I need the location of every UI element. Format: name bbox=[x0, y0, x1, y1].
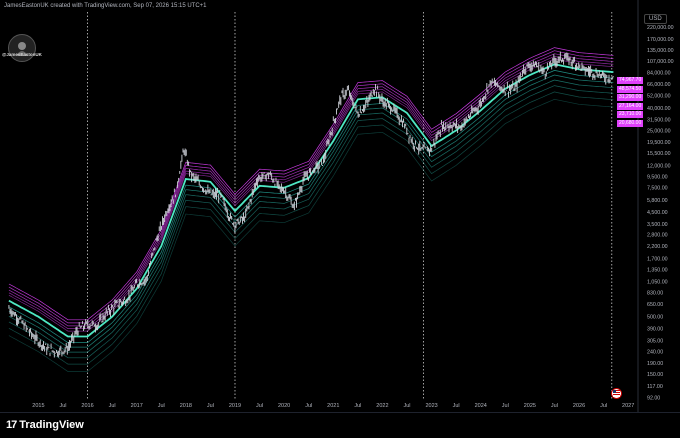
y-tick-label: 1,700.00 bbox=[647, 256, 668, 262]
price-tag: 20,680.00 bbox=[617, 119, 644, 127]
y-tick-label: 650.00 bbox=[647, 302, 663, 308]
price-tag: 48,574.50 bbox=[617, 85, 644, 93]
x-tick-label: 2025 bbox=[524, 403, 536, 409]
price-tag: 27,164.00 bbox=[617, 102, 644, 110]
y-tick-label: 52,000.00 bbox=[647, 93, 671, 99]
x-tick-label: 2020 bbox=[278, 403, 290, 409]
y-tick-label: 2,800.00 bbox=[647, 233, 668, 239]
x-tick-label: 2024 bbox=[475, 403, 487, 409]
x-tick-label: Jul bbox=[600, 403, 607, 409]
y-tick-label: 84,000.00 bbox=[647, 71, 671, 77]
y-tick-label: 107,000.00 bbox=[647, 59, 674, 65]
tradingview-logo[interactable]: 17 TradingView bbox=[6, 419, 84, 431]
x-tick-label: Jul bbox=[59, 403, 66, 409]
y-tick-label: 170,000.00 bbox=[647, 37, 674, 43]
x-tick-label: 2026 bbox=[573, 403, 585, 409]
y-tick-label: 25,000.00 bbox=[647, 128, 671, 134]
y-tick-label: 190.00 bbox=[647, 361, 663, 367]
x-tick-label: Jul bbox=[158, 403, 165, 409]
price-tag: 23,710.00 bbox=[617, 111, 644, 118]
x-tick-label: 2017 bbox=[131, 403, 143, 409]
y-tick-label: 1,050.00 bbox=[647, 279, 668, 285]
y-tick-label: 4,500.00 bbox=[647, 210, 668, 216]
x-tick-label: 2016 bbox=[81, 403, 93, 409]
currency-selector[interactable]: USD bbox=[644, 14, 667, 24]
y-tick-label: 5,800.00 bbox=[647, 198, 668, 204]
x-tick-label: 2015 bbox=[32, 403, 44, 409]
author-avatar bbox=[8, 34, 36, 62]
us-flag-icon[interactable] bbox=[611, 388, 622, 399]
y-tick-label: 305.00 bbox=[647, 338, 663, 344]
x-tick-label: 2027 bbox=[622, 403, 634, 409]
x-tick-label: 2023 bbox=[425, 403, 437, 409]
x-tick-label: 2022 bbox=[376, 403, 388, 409]
x-tick-label: Jul bbox=[354, 403, 361, 409]
x-tick-label: 2019 bbox=[229, 403, 241, 409]
y-tick-label: 1,350.00 bbox=[647, 267, 668, 273]
y-tick-label: 2,200.00 bbox=[647, 244, 668, 250]
price-chart[interactable]: 220,000.00 170,000.00 135,000.00 107,000.00… bbox=[0, 0, 680, 437]
y-tick-label: 66,000.00 bbox=[647, 82, 671, 88]
y-tick-label: 150.00 bbox=[647, 372, 663, 378]
y-tick-label: 240.00 bbox=[647, 350, 663, 356]
x-tick-label: Jul bbox=[403, 403, 410, 409]
y-tick-label: 390.00 bbox=[647, 327, 663, 333]
x-tick-label: Jul bbox=[207, 403, 214, 409]
y-tick-label: 19,500.00 bbox=[647, 140, 671, 146]
y-tick-label: 9,500.00 bbox=[647, 174, 668, 180]
y-tick-label: 3,500.00 bbox=[647, 222, 668, 228]
chart-credit: JamesEastonUK created with TradingView.c… bbox=[4, 3, 207, 9]
y-tick-label: 220,000.00 bbox=[647, 25, 674, 31]
price-tag: 74,967.70 bbox=[617, 77, 644, 84]
y-tick-label: 500.00 bbox=[647, 315, 663, 321]
y-tick-label: 15,500.00 bbox=[647, 151, 671, 157]
tradingview-brand-text: TradingView bbox=[19, 419, 84, 431]
x-tick-label: Jul bbox=[502, 403, 509, 409]
x-tick-label: 2018 bbox=[180, 403, 192, 409]
tradingview-mark-icon: 17 bbox=[6, 419, 17, 431]
x-tick-label: Jul bbox=[305, 403, 312, 409]
y-tick-label: 12,000.00 bbox=[647, 163, 671, 169]
x-tick-label: Jul bbox=[109, 403, 116, 409]
price-tag: 31,290.00 bbox=[617, 94, 644, 101]
footer-bar: 17 TradingView bbox=[0, 412, 680, 438]
x-tick-label: Jul bbox=[453, 403, 460, 409]
y-tick-label: 7,500.00 bbox=[647, 186, 668, 192]
y-tick-label: 31,500.00 bbox=[647, 117, 671, 123]
y-tick-label: 92.00 bbox=[647, 395, 660, 401]
x-tick-label: 2021 bbox=[327, 403, 339, 409]
y-tick-label: 117.00 bbox=[647, 384, 663, 390]
y-tick-label: 830.00 bbox=[647, 291, 663, 297]
y-tick-label: 135,000.00 bbox=[647, 48, 674, 54]
chart-background bbox=[0, 0, 680, 437]
y-tick-label: 40,000.00 bbox=[647, 106, 671, 112]
x-tick-label: Jul bbox=[256, 403, 263, 409]
x-tick-label: Jul bbox=[551, 403, 558, 409]
author-handle: @JamesEastonUK bbox=[2, 52, 42, 57]
